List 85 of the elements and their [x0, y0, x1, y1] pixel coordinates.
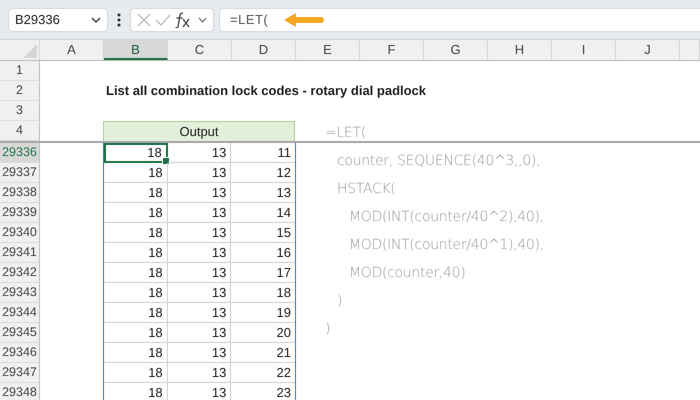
table-cell: 13: [168, 183, 232, 203]
table-cell: 18: [104, 383, 168, 400]
row-header[interactable]: 29344: [0, 303, 40, 323]
sheet-title: List all combination lock codes - rotary dial padlock: [105, 82, 426, 100]
table-cell: 18: [104, 283, 168, 303]
row-header[interactable]: 29346: [0, 343, 40, 363]
table-cell: 18: [104, 143, 168, 163]
row-header[interactable]: 29340: [0, 223, 40, 243]
fill-handle[interactable]: [162, 157, 170, 165]
table-cell: 21: [231, 343, 295, 363]
formula-line: MOD(INT(counter/40^2),40),: [348, 208, 544, 227]
table-cell: 13: [168, 203, 232, 223]
row-header[interactable]: 1: [0, 61, 40, 81]
table-cell: 13: [168, 283, 232, 303]
table-cell: 13: [168, 223, 232, 243]
column-header[interactable]: I: [552, 40, 616, 60]
table-cell: 13: [168, 383, 232, 400]
row-header[interactable]: 29337: [0, 163, 40, 183]
formula-line: HSTACK(: [336, 180, 397, 199]
table-cell: 16: [231, 243, 295, 263]
row-header[interactable]: 29345: [0, 323, 40, 343]
table-cell: 22: [231, 363, 295, 383]
column-header[interactable]: J: [616, 40, 680, 60]
row-header[interactable]: 29347: [0, 363, 40, 383]
row-header[interactable]: 29348: [0, 383, 40, 400]
table-cell: 18: [104, 223, 168, 243]
table-cell: 18: [231, 283, 295, 303]
table-cell: 18: [104, 183, 168, 203]
more-options-icon[interactable]: [117, 12, 121, 26]
column-header[interactable]: D: [232, 40, 296, 60]
table-cell: 11: [231, 143, 295, 163]
table-cell: 13: [168, 343, 232, 363]
formula-line: MOD(INT(counter/40^1),40),: [348, 236, 544, 255]
table-cell: 18: [104, 343, 168, 363]
row-header[interactable]: 29343: [0, 283, 40, 303]
formula-line: MOD(counter,40): [348, 264, 466, 283]
cell-reference: B29336: [15, 12, 60, 27]
column-header[interactable]: E: [296, 40, 360, 60]
row-header[interactable]: 29336: [0, 143, 40, 163]
formula-line: counter, SEQUENCE(40^3,,0),: [336, 152, 542, 171]
chevron-down-icon[interactable]: [198, 16, 208, 22]
table-cell: 20: [231, 323, 295, 343]
formula-text: =LET(: [230, 12, 268, 27]
table-cell: 13: [168, 363, 232, 383]
table-cell: 14: [231, 203, 295, 223]
table-cell: 12: [231, 163, 295, 183]
column-header[interactable]: F: [360, 40, 424, 60]
table-cell: 13: [168, 263, 232, 283]
row-header[interactable]: 29342: [0, 263, 40, 283]
formula-bar[interactable]: =LET(: [219, 8, 700, 32]
table-cell: 13: [168, 163, 232, 183]
table-cell: 18: [104, 323, 168, 343]
table-cell: 18: [104, 263, 168, 283]
chevron-down-icon[interactable]: [91, 16, 101, 22]
table-cell: 18: [104, 203, 168, 223]
row-header[interactable]: 3: [0, 101, 40, 121]
column-header[interactable]: G: [424, 40, 488, 60]
table-cell: 13: [168, 143, 232, 163]
table-header: Output: [103, 121, 295, 141]
row-header[interactable]: 29338: [0, 183, 40, 203]
table-cell: 15: [231, 223, 295, 243]
table-cell: 17: [231, 263, 295, 283]
column-header[interactable]: C: [168, 40, 232, 60]
table-cell: 18: [104, 363, 168, 383]
column-header[interactable]: B: [104, 40, 168, 60]
formula-line: =LET(: [325, 124, 367, 143]
table-cell: 19: [231, 303, 295, 323]
row-header[interactable]: 4: [0, 121, 40, 141]
formula-line: ): [325, 320, 332, 339]
check-icon[interactable]: [154, 14, 171, 26]
table-cell: 13: [168, 323, 232, 343]
row-header[interactable]: 2: [0, 81, 40, 101]
row-header[interactable]: 29339: [0, 203, 40, 223]
table-cell: 13: [168, 243, 232, 263]
name-box[interactable]: B29336: [8, 8, 108, 32]
arrow-left-icon: [282, 12, 324, 28]
table-cell: 18: [104, 303, 168, 323]
table-cell: 18: [104, 243, 168, 263]
table-cell: 13: [168, 303, 232, 323]
table-cell: 23: [231, 383, 295, 400]
formula-line: ): [336, 292, 344, 311]
table-cell: 18: [104, 163, 168, 183]
table-cell: 13: [231, 183, 295, 203]
column-header[interactable]: H: [488, 40, 552, 60]
row-header[interactable]: 29341: [0, 243, 40, 263]
